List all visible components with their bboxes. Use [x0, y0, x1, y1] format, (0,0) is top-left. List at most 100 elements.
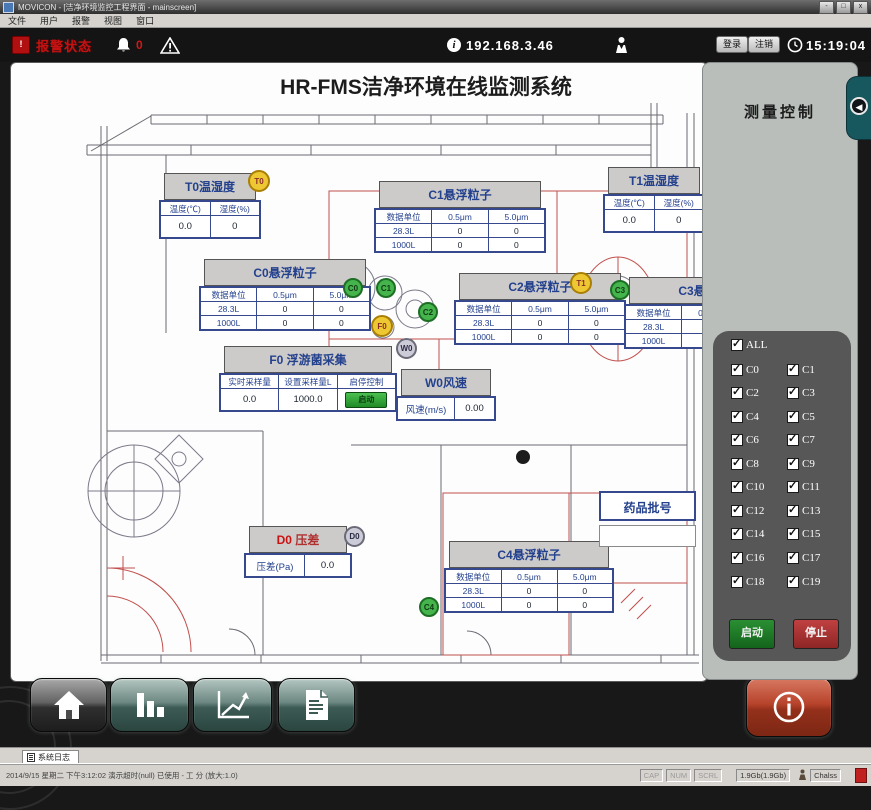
- checkbox-c4[interactable]: C4: [731, 411, 759, 423]
- current-user: Chalss: [810, 769, 841, 782]
- cell: 压差(Pa): [245, 554, 305, 577]
- user-icon[interactable]: [614, 28, 629, 62]
- checkbox-c17[interactable]: C17: [787, 552, 820, 564]
- info-circle-icon: [772, 690, 806, 724]
- alarm-panel-icon[interactable]: !: [12, 36, 30, 54]
- checkbox-c14[interactable]: C14: [731, 528, 764, 540]
- cell: 温度(℃): [160, 201, 210, 216]
- panel-t0: T0温湿度 温度(℃) 湿度(%) 0.0 0: [159, 173, 261, 239]
- f0-run-button[interactable]: 启动: [345, 392, 387, 408]
- checkbox-icon: [731, 387, 743, 399]
- checkbox-c19[interactable]: C19: [787, 576, 820, 588]
- panel-c4: C4悬浮粒子 数据单位 0.5μm 5.0μm 28.3L 0 0 1000L …: [444, 541, 614, 613]
- checkbox-c12[interactable]: C12: [731, 505, 764, 517]
- checkbox-c1[interactable]: C1: [787, 364, 815, 376]
- nav-home-button[interactable]: [30, 678, 107, 732]
- cell: 0: [257, 316, 314, 331]
- close-button[interactable]: x: [853, 1, 868, 14]
- cell: 28.3L: [455, 316, 512, 330]
- checkbox-c8[interactable]: C8: [731, 458, 759, 470]
- trend-chart-icon: [215, 689, 251, 721]
- top-toolbar: ! 报警状态 0 i 192.168.3.46 登录 注销 15:19:04: [0, 28, 871, 62]
- checkbox-c11[interactable]: C11: [787, 481, 820, 493]
- checkbox-c15[interactable]: C15: [787, 528, 820, 540]
- sidebar-collapse-tab[interactable]: ◀: [846, 76, 871, 140]
- clock-icon: [787, 28, 803, 62]
- checkbox-c2[interactable]: C2: [731, 387, 759, 399]
- cell: 0.5μm: [432, 209, 489, 224]
- sidebar-title: 测量控制: [703, 101, 857, 122]
- checkbox-c0[interactable]: C0: [731, 364, 759, 376]
- checkbox-c18[interactable]: C18: [731, 576, 764, 588]
- checkbox-c5[interactable]: C5: [787, 411, 815, 423]
- cell: 5.0μm: [557, 569, 613, 584]
- cell: 0.0: [220, 389, 279, 412]
- cell: 湿度(%): [210, 201, 260, 216]
- badge-w0: W0: [396, 338, 417, 359]
- checkbox-icon: [787, 364, 799, 376]
- checkbox-icon: [731, 364, 743, 376]
- panel-c3: C3悬浮粒子 数据单位 0.5μm 5.0μm 28.3L 0 0 1000L …: [624, 277, 708, 349]
- menu-bar: 文件 用户 报警 视图 窗口: [0, 14, 871, 28]
- checkbox-icon: [787, 505, 799, 517]
- minimize-button[interactable]: -: [819, 1, 834, 14]
- home-icon: [52, 689, 86, 721]
- cell: 1000L: [445, 598, 501, 613]
- checkbox-c13[interactable]: C13: [787, 505, 820, 517]
- nav-info-button[interactable]: [746, 677, 832, 737]
- batch-number-input[interactable]: [599, 525, 696, 547]
- nav-barchart-button[interactable]: [110, 678, 189, 732]
- nav-trend-button[interactable]: [193, 678, 272, 732]
- menu-item-view[interactable]: 视图: [104, 14, 122, 27]
- badge-c2: C2: [418, 302, 438, 322]
- cell: 1000L: [625, 334, 682, 349]
- badge-c1: C1: [376, 278, 396, 298]
- bell-icon[interactable]: [116, 28, 131, 62]
- cell: 0.0: [305, 554, 352, 577]
- panel-d0-code: D0: [277, 533, 292, 547]
- cell: 风速(m/s): [397, 397, 455, 420]
- cell: 0.0: [604, 210, 654, 233]
- logout-button[interactable]: 注销: [748, 36, 780, 53]
- log-pane-tab[interactable]: 系统日志: [22, 750, 79, 764]
- panel-c1-title: C1悬浮粒子: [379, 181, 541, 208]
- cell: 0.0: [160, 216, 210, 239]
- panel-d0-title: D0 压差: [249, 526, 347, 553]
- menu-item-window[interactable]: 窗口: [136, 14, 154, 27]
- stop-button[interactable]: 停止: [793, 619, 839, 649]
- cell: 0: [257, 302, 314, 316]
- checkbox-all[interactable]: ALL: [731, 339, 767, 351]
- cell: 1000L: [200, 316, 257, 331]
- panel-d0-label: 压差: [295, 533, 319, 547]
- alarm-status-label: 报警状态: [36, 36, 92, 55]
- checkbox-icon: [787, 387, 799, 399]
- measure-control-sidebar: 测量控制 ALL C0 C1 C2 C3 C4 C5 C6 C7 C8 C9 C…: [702, 62, 858, 680]
- report-icon: [303, 688, 331, 722]
- cell: 0.00: [455, 397, 496, 420]
- checkbox-c10[interactable]: C10: [731, 481, 764, 493]
- login-button[interactable]: 登录: [716, 36, 748, 53]
- cell: 0: [512, 330, 569, 345]
- checkbox-icon: [731, 481, 743, 493]
- checkbox-c7[interactable]: C7: [787, 434, 815, 446]
- checkbox-c9[interactable]: C9: [787, 458, 815, 470]
- panel-c2: C2悬浮粒子 数据单位 0.5μm 5.0μm 28.3L 0 0 1000L …: [454, 273, 626, 345]
- checkbox-c3[interactable]: C3: [787, 387, 815, 399]
- maximize-button[interactable]: □: [836, 1, 851, 14]
- collapse-arrow-icon: ◀: [850, 97, 868, 115]
- alarm-tray-icon: [855, 768, 867, 783]
- badge-c0: C0: [343, 278, 363, 298]
- checkbox-c16[interactable]: C16: [731, 552, 764, 564]
- checkbox-icon: [787, 481, 799, 493]
- menu-item-file[interactable]: 文件: [8, 14, 26, 27]
- menu-item-alarm[interactable]: 报警: [72, 14, 90, 27]
- menu-item-user[interactable]: 用户: [40, 14, 58, 27]
- cell: 0.5μm: [512, 301, 569, 316]
- checkbox-c6[interactable]: C6: [731, 434, 759, 446]
- page-title: HR-FMS洁净环境在线监测系统: [280, 71, 572, 101]
- nav-report-button[interactable]: [278, 678, 355, 732]
- panel-c0-title: C0悬浮粒子: [204, 259, 366, 286]
- start-button[interactable]: 启动: [729, 619, 775, 649]
- panel-c2-title: C2悬浮粒子: [459, 273, 621, 300]
- warning-triangle-icon[interactable]: [160, 28, 180, 62]
